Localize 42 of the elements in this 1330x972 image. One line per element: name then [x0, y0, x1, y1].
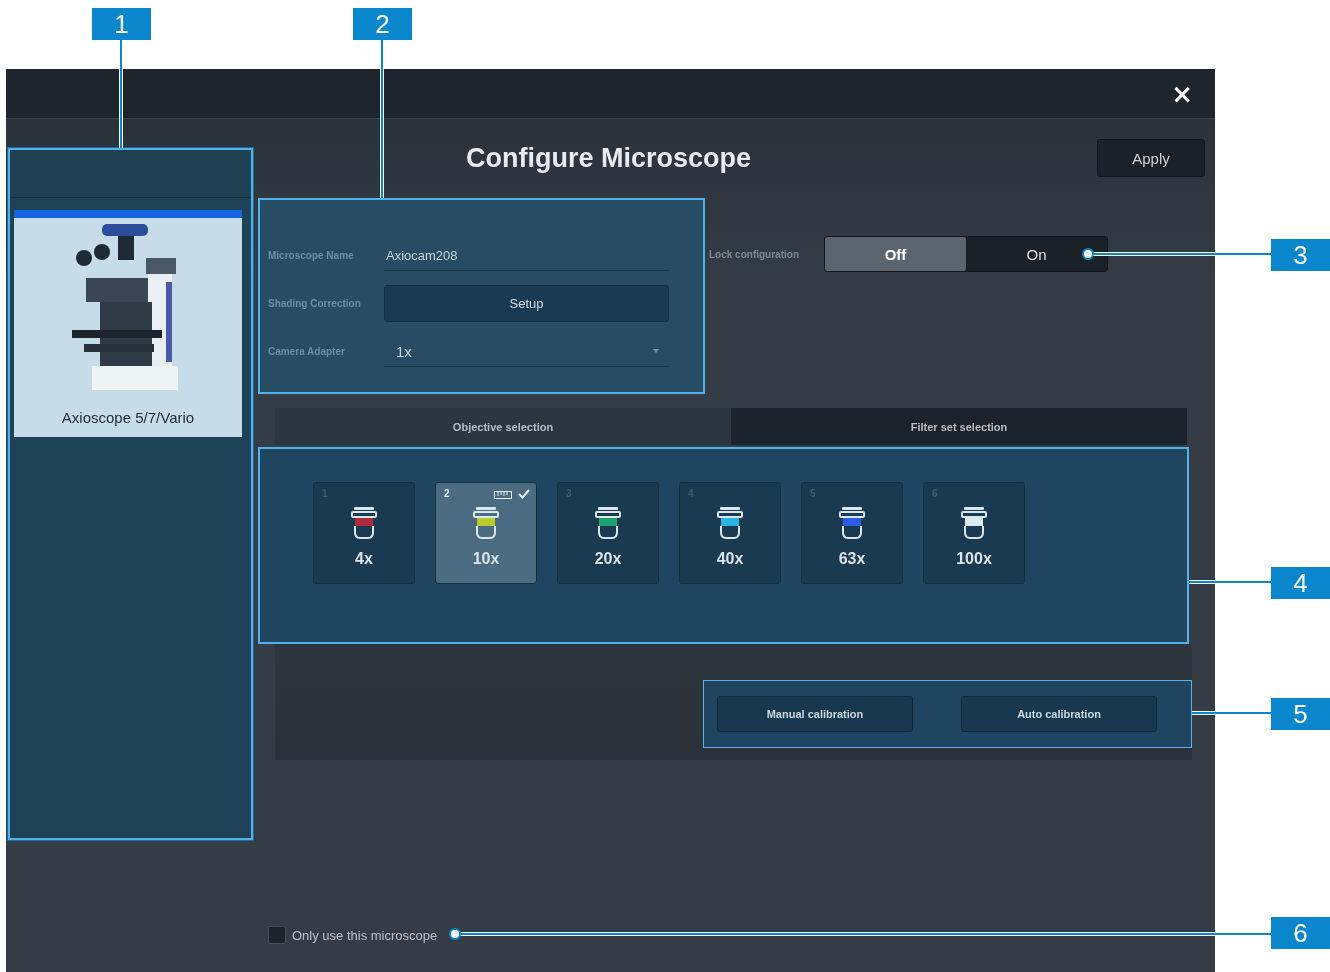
- objective-icon: [595, 506, 621, 540]
- callout-number: 5: [1271, 698, 1330, 730]
- setup-button[interactable]: Setup: [384, 285, 669, 322]
- slot-number: 2: [444, 488, 450, 499]
- magnification-label: 63x: [838, 550, 866, 568]
- close-button[interactable]: ×: [1167, 80, 1197, 107]
- tab[interactable]: Filter set selection: [731, 408, 1187, 445]
- magnification-label: 4x: [355, 550, 373, 568]
- magnification-label: 20x: [594, 550, 622, 568]
- objective-tile[interactable]: 2 10x: [435, 482, 537, 584]
- microscope-card[interactable]: Axioscope 5/7/Vario: [14, 210, 242, 437]
- field-label: Camera Adapter: [268, 346, 346, 357]
- objective-icon: [961, 506, 987, 540]
- callout-number: 3: [1271, 239, 1330, 271]
- name-field[interactable]: Axiocam208: [384, 240, 669, 271]
- callout-number: 2: [353, 8, 412, 40]
- microscope-name: Axioscope 5/7/Vario: [61, 409, 195, 426]
- calibration-button[interactable]: Auto calibration: [961, 696, 1157, 732]
- callout-number: 1: [92, 8, 151, 40]
- toggle-option[interactable]: Off: [825, 237, 966, 271]
- window-title: Configure Microscope: [466, 142, 753, 174]
- check-icon: [518, 489, 530, 499]
- field-label: Shading Correction: [268, 298, 362, 309]
- field-label: Microscope Name: [268, 250, 355, 261]
- magnification-label: 10x: [472, 550, 500, 568]
- ruler-icon: [494, 491, 512, 499]
- objective-icon: [717, 506, 743, 540]
- adapter-dropdown[interactable]: 1x: [384, 336, 669, 367]
- callout-number: 4: [1271, 567, 1330, 599]
- caret-icon: [653, 349, 659, 353]
- checkbox[interactable]: [268, 926, 286, 944]
- magnification-label: 40x: [716, 550, 744, 568]
- magnification-label: 100x: [956, 550, 992, 568]
- apply-button[interactable]: Apply: [1097, 139, 1205, 177]
- objective-icon: [839, 506, 865, 540]
- objective-icon: [473, 506, 499, 540]
- callout-number: 6: [1271, 917, 1330, 949]
- calibration-button[interactable]: Manual calibration: [717, 696, 913, 732]
- lock-label: Lock configuration: [709, 248, 800, 260]
- checkbox-label: Only use this microscope: [292, 927, 438, 943]
- objective-icon: [351, 506, 377, 540]
- tab[interactable]: Objective selection: [275, 408, 731, 445]
